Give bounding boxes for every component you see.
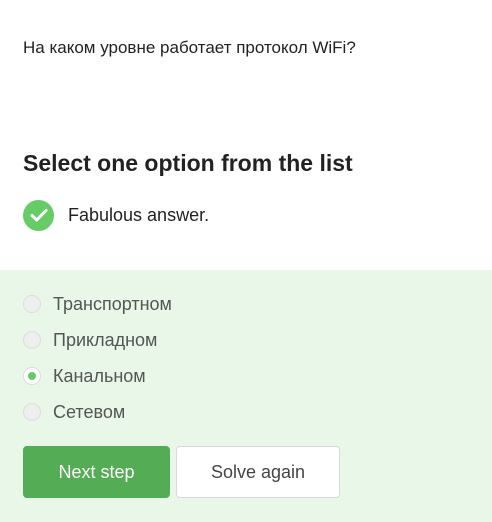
option-label: Прикладном	[53, 329, 158, 350]
step-page: На каком уровне работает протокол WiFi? …	[0, 0, 492, 522]
option-label: Транспортном	[53, 293, 172, 314]
option-item-selected[interactable]: Канальном	[23, 364, 146, 388]
option-label: Сетевом	[53, 401, 126, 422]
option-item[interactable]: Транспортном	[23, 292, 172, 316]
check-circle-icon	[23, 199, 54, 231]
answer-panel: Транспортном Прикладном Канальном Сетево…	[0, 270, 492, 522]
option-label: Канальном	[53, 365, 146, 386]
radio-button[interactable]	[23, 403, 41, 421]
next-step-button[interactable]: Next step	[23, 446, 170, 498]
feedback-text: Fabulous answer.	[68, 204, 210, 225]
radio-button[interactable]	[23, 331, 41, 349]
feedback-banner: Fabulous answer.	[23, 199, 209, 231]
radio-dot-icon	[28, 372, 36, 380]
radio-button-checked[interactable]	[23, 367, 41, 385]
radio-button[interactable]	[23, 295, 41, 313]
question-text: На каком уровне работает протокол WiFi?	[23, 38, 356, 57]
prompt-heading: Select one option from the list	[23, 150, 353, 176]
solve-again-button[interactable]: Solve again	[176, 446, 340, 498]
option-item[interactable]: Сетевом	[23, 400, 125, 424]
option-item[interactable]: Прикладном	[23, 328, 157, 352]
